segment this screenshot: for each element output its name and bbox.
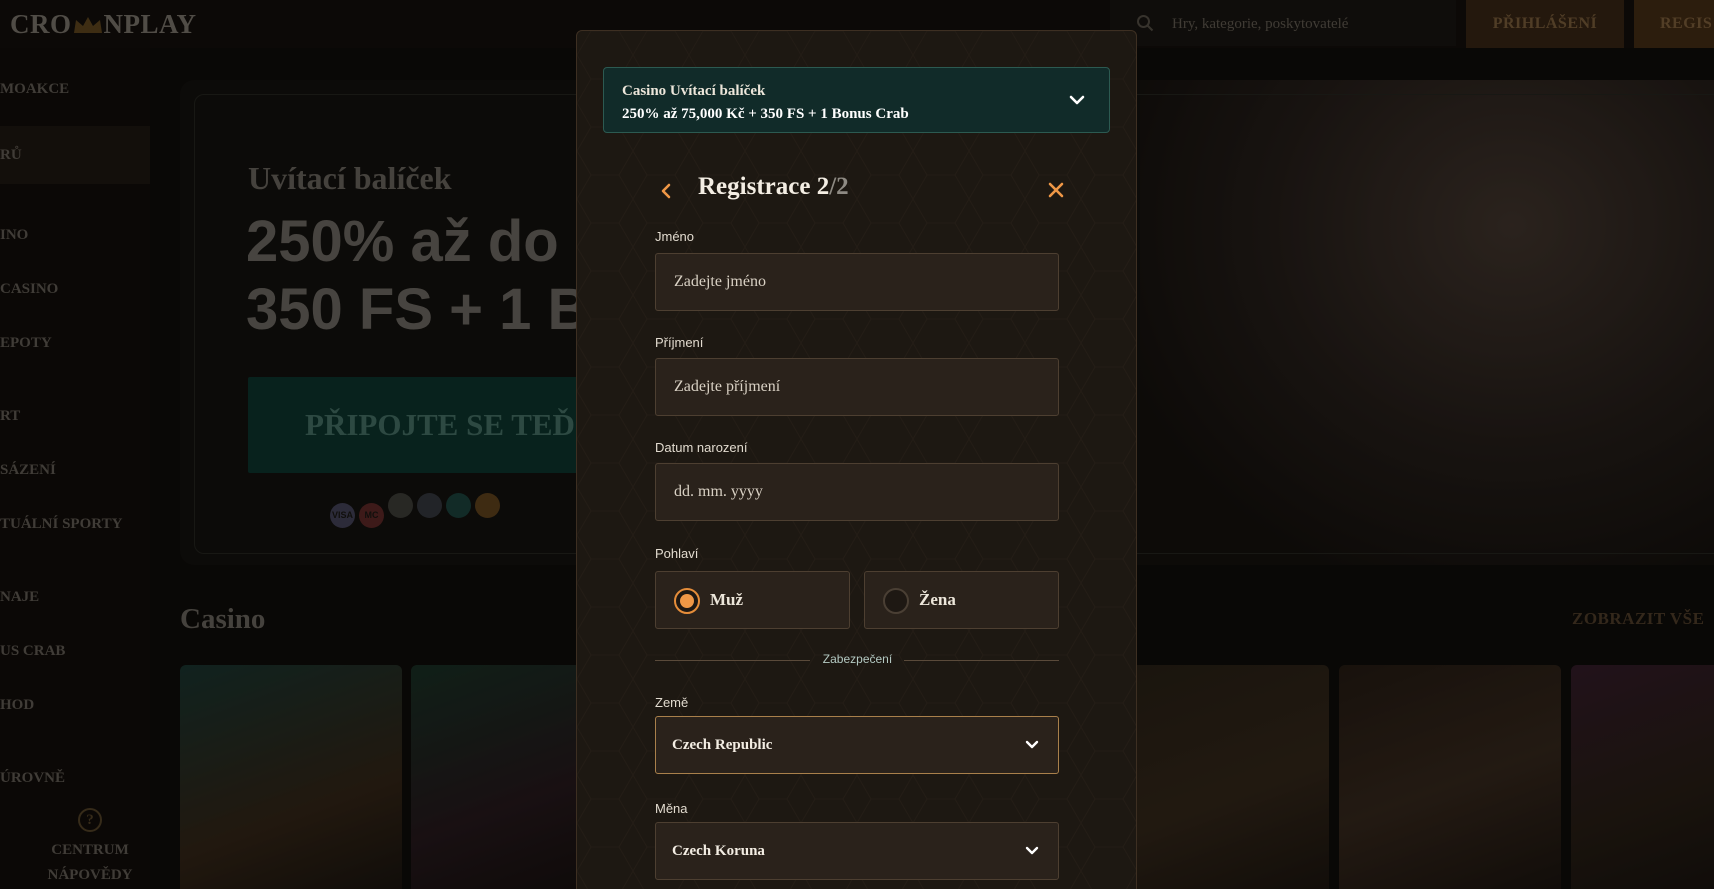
- country-select[interactable]: Czech Republic: [655, 716, 1059, 774]
- birth-date-field[interactable]: [655, 463, 1059, 521]
- security-divider: Zabezpečení: [822, 652, 893, 666]
- bonus-title: Casino Uvítací balíček: [622, 83, 766, 99]
- registration-header: Registrace 2/2: [657, 171, 1067, 211]
- welcome-bonus-selector[interactable]: Casino Uvítací balíček 250% až 75,000 Kč…: [603, 67, 1110, 133]
- gender-option-label: Žena: [919, 590, 956, 609]
- gender-option-male[interactable]: Muž: [655, 571, 850, 629]
- page: CRONPLAY PŘIHLÁŠENÍ REGIS MOAKCE RŮ INO …: [0, 0, 1714, 889]
- registration-total: /2: [829, 173, 849, 200]
- currency-select[interactable]: Czech Koruna: [655, 822, 1059, 880]
- radio-selected-icon: [674, 588, 700, 614]
- first-name-field[interactable]: [655, 253, 1059, 311]
- last-name-field[interactable]: [655, 358, 1059, 416]
- country-value: Czech Republic: [672, 737, 773, 753]
- country-label: Země: [655, 695, 689, 710]
- bonus-offer: 250% až 75,000 Kč + 350 FS + 1 Bonus Cra…: [622, 106, 909, 122]
- radio-unselected-icon: [883, 588, 909, 614]
- gender-option-label: Muž: [710, 590, 744, 609]
- chevron-down-icon: [1069, 95, 1085, 105]
- gender-label: Pohlaví: [655, 546, 699, 561]
- currency-label: Měna: [655, 801, 688, 816]
- registration-title-text: Registrace: [698, 173, 811, 200]
- registration-modal: Casino Uvítací balíček 250% až 75,000 Kč…: [576, 30, 1137, 889]
- registration-step: 2: [816, 173, 830, 200]
- back-arrow-icon[interactable]: [657, 181, 675, 201]
- close-icon[interactable]: [1045, 179, 1067, 201]
- last-name-label: Příjmení: [655, 335, 704, 350]
- currency-value: Czech Koruna: [672, 843, 765, 859]
- birth-date-label: Datum narození: [655, 440, 748, 455]
- first-name-label: Jméno: [655, 229, 695, 244]
- chevron-down-icon: [1025, 740, 1039, 749]
- registration-title: Registrace 2/2: [698, 173, 849, 201]
- chevron-down-icon: [1025, 846, 1039, 855]
- gender-option-female[interactable]: Žena: [864, 571, 1059, 629]
